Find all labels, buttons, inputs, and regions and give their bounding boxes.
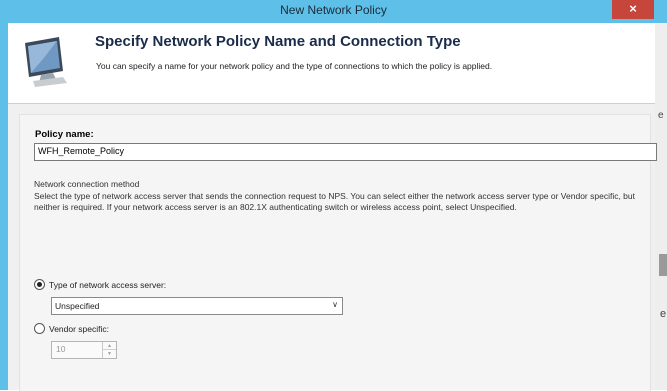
background-scrollbar-thumb xyxy=(659,254,667,276)
vendor-specific-radio[interactable] xyxy=(34,323,45,335)
page-description: You can specify a name for your network … xyxy=(96,61,493,71)
nas-type-select[interactable]: Unspecified ∨ xyxy=(51,297,343,315)
page-title: Specify Network Policy Name and Connecti… xyxy=(95,33,461,50)
type-of-nas-label: Type of network access server: xyxy=(49,279,167,290)
close-icon: × xyxy=(629,1,637,16)
close-button[interactable]: × xyxy=(612,0,654,19)
vendor-specific-value: 10 xyxy=(56,344,66,354)
spinner-buttons: ▲ ▼ xyxy=(102,342,116,358)
policy-name-label: Policy name: xyxy=(35,129,94,140)
type-of-nas-radio-row[interactable]: Type of network access server: xyxy=(34,276,166,294)
vendor-specific-label: Vendor specific: xyxy=(49,323,110,334)
title-bar[interactable]: New Network Policy × xyxy=(0,0,667,23)
wizard-header: Specify Network Policy Name and Connecti… xyxy=(8,23,655,104)
connection-method-heading: Network connection method xyxy=(34,179,140,189)
type-of-nas-radio[interactable] xyxy=(34,279,45,291)
background-text-fragment: e xyxy=(660,308,667,320)
vendor-specific-radio-row[interactable]: Vendor specific: xyxy=(34,320,109,338)
connection-method-description: Select the type of network access server… xyxy=(34,191,635,212)
nas-type-select-value: Unspecified xyxy=(55,301,100,311)
monitor-icon xyxy=(25,37,67,87)
window-left-border xyxy=(0,23,8,390)
background-text-fragment: e xyxy=(658,110,664,121)
spinner-down-icon[interactable]: ▼ xyxy=(103,350,116,358)
wizard-body: Policy name: WFH_Remote_Policy Network c… xyxy=(8,104,657,391)
policy-name-input[interactable]: WFH_Remote_Policy xyxy=(34,143,657,161)
chevron-down-icon[interactable]: ∨ xyxy=(332,298,338,312)
spinner-up-icon[interactable]: ▲ xyxy=(103,342,116,350)
content-panel: Policy name: WFH_Remote_Policy Network c… xyxy=(19,114,657,391)
window-title: New Network Policy xyxy=(280,3,387,17)
vendor-specific-spinner[interactable]: 10 ▲ ▼ xyxy=(51,341,117,359)
